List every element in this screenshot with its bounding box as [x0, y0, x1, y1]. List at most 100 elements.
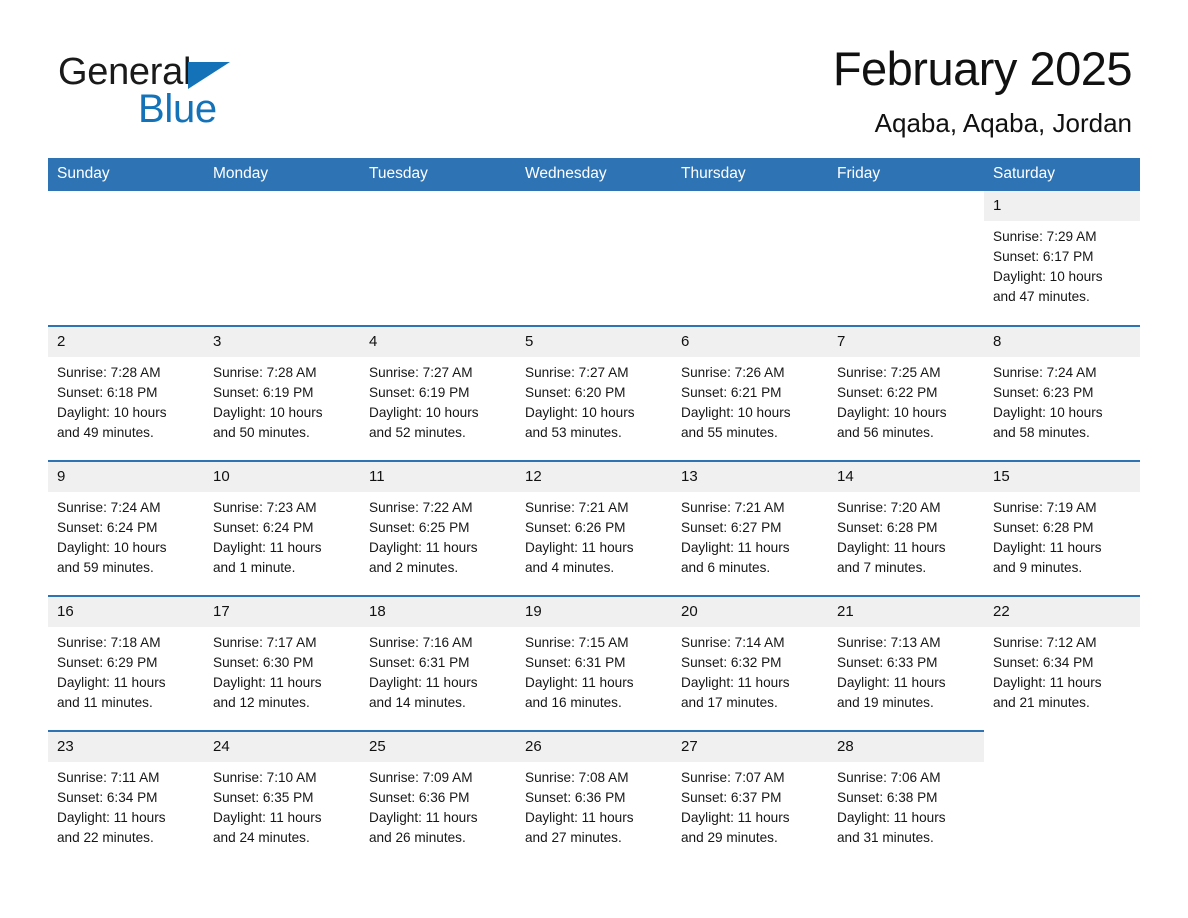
day-sun-info: Sunrise: 7:12 AM Sunset: 6:34 PM Daylight:… [984, 627, 1140, 713]
day-number [828, 191, 984, 221]
calendar-day-cell[interactable]: 27 Sunrise: 7:07 AM Sunset: 6:37 PM Dayligh… [672, 730, 828, 866]
day-number: 16 [48, 597, 204, 627]
daylight-text-line1: Daylight: 11 hours [681, 540, 790, 555]
page-subtitle-location: Aqaba, Aqaba, Jordan [874, 108, 1132, 138]
calendar-day-cell[interactable]: 10 Sunrise: 7:23 AM Sunset: 6:24 PM Dayligh… [204, 460, 360, 596]
sunrise-text: Sunrise: 7:22 AM [369, 500, 473, 515]
calendar-day-cell[interactable]: 7 Sunrise: 7:25 AM Sunset: 6:22 PM Daylight… [828, 325, 984, 461]
calendar-day-cell[interactable]: 22 Sunrise: 7:12 AM Sunset: 6:34 PM Dayligh… [984, 595, 1140, 731]
sunset-text: Sunset: 6:35 PM [213, 790, 314, 805]
day-sun-info: Sunrise: 7:13 AM Sunset: 6:33 PM Daylight:… [828, 627, 984, 713]
sunset-text: Sunset: 6:24 PM [57, 520, 158, 535]
calendar-day-cell[interactable]: 1 Sunrise: 7:29 AM Sunset: 6:17 PM Daylight… [984, 191, 1140, 326]
day-sun-info: Sunrise: 7:11 AM Sunset: 6:34 PM Daylight:… [48, 762, 204, 848]
calendar-day-cell[interactable]: 14 Sunrise: 7:20 AM Sunset: 6:28 PM Dayligh… [828, 460, 984, 596]
sunrise-text: Sunrise: 7:19 AM [993, 500, 1097, 515]
sunset-text: Sunset: 6:25 PM [369, 520, 470, 535]
sunset-text: Sunset: 6:26 PM [525, 520, 626, 535]
calendar-cell-empty [48, 191, 204, 326]
daylight-text-line1: Daylight: 11 hours [525, 540, 634, 555]
sunset-text: Sunset: 6:33 PM [837, 655, 938, 670]
day-sun-info: Sunrise: 7:20 AM Sunset: 6:28 PM Daylight:… [828, 492, 984, 578]
calendar-day-cell[interactable]: 25 Sunrise: 7:09 AM Sunset: 6:36 PM Dayligh… [360, 730, 516, 866]
general-blue-logo[interactable]: General Blue [58, 52, 318, 142]
sunrise-text: Sunrise: 7:13 AM [837, 635, 941, 650]
calendar-day-cell[interactable]: 16 Sunrise: 7:18 AM Sunset: 6:29 PM Dayligh… [48, 595, 204, 731]
calendar-day-cell[interactable]: 20 Sunrise: 7:14 AM Sunset: 6:32 PM Dayligh… [672, 595, 828, 731]
calendar-cell-empty [984, 731, 1140, 866]
weekday-header-sunday: Sunday [48, 158, 204, 191]
calendar-day-cell[interactable]: 3 Sunrise: 7:28 AM Sunset: 6:19 PM Daylight… [204, 325, 360, 461]
sunrise-text: Sunrise: 7:11 AM [57, 770, 160, 785]
day-number [672, 191, 828, 221]
sunrise-text: Sunrise: 7:28 AM [213, 365, 317, 380]
day-sun-info: Sunrise: 7:26 AM Sunset: 6:21 PM Daylight:… [672, 357, 828, 443]
calendar-day-cell[interactable]: 5 Sunrise: 7:27 AM Sunset: 6:20 PM Daylight… [516, 325, 672, 461]
daylight-text-line1: Daylight: 11 hours [993, 675, 1102, 690]
sunrise-text: Sunrise: 7:15 AM [525, 635, 629, 650]
daylight-text-line2: and 49 minutes. [57, 425, 154, 440]
daylight-text-line2: and 9 minutes. [993, 560, 1083, 575]
sunrise-text: Sunrise: 7:09 AM [369, 770, 473, 785]
calendar-day-cell[interactable]: 2 Sunrise: 7:28 AM Sunset: 6:18 PM Daylight… [48, 325, 204, 461]
daylight-text-line1: Daylight: 11 hours [837, 675, 946, 690]
calendar-day-cell[interactable]: 4 Sunrise: 7:27 AM Sunset: 6:19 PM Daylight… [360, 325, 516, 461]
calendar-cell-empty [828, 191, 984, 326]
calendar-day-cell[interactable]: 6 Sunrise: 7:26 AM Sunset: 6:21 PM Daylight… [672, 325, 828, 461]
day-number: 28 [828, 732, 984, 762]
sunrise-text: Sunrise: 7:06 AM [837, 770, 941, 785]
day-number: 7 [828, 327, 984, 357]
daylight-text-line2: and 56 minutes. [837, 425, 934, 440]
weekday-header-saturday: Saturday [984, 158, 1140, 191]
day-sun-info: Sunrise: 7:15 AM Sunset: 6:31 PM Daylight:… [516, 627, 672, 713]
logo-text-general: General [58, 52, 318, 92]
daylight-text-line2: and 6 minutes. [681, 560, 771, 575]
calendar-body: 1 Sunrise: 7:29 AM Sunset: 6:17 PM Daylight… [48, 191, 1140, 866]
sunset-text: Sunset: 6:37 PM [681, 790, 782, 805]
day-sun-info: Sunrise: 7:28 AM Sunset: 6:19 PM Daylight:… [204, 357, 360, 443]
day-sun-info: Sunrise: 7:10 AM Sunset: 6:35 PM Daylight:… [204, 762, 360, 848]
calendar-day-cell[interactable]: 19 Sunrise: 7:15 AM Sunset: 6:31 PM Dayligh… [516, 595, 672, 731]
day-sun-info: Sunrise: 7:14 AM Sunset: 6:32 PM Daylight:… [672, 627, 828, 713]
calendar-day-cell[interactable]: 26 Sunrise: 7:08 AM Sunset: 6:36 PM Dayligh… [516, 730, 672, 866]
daylight-text-line2: and 4 minutes. [525, 560, 615, 575]
daylight-text-line1: Daylight: 11 hours [525, 810, 634, 825]
day-number: 19 [516, 597, 672, 627]
calendar-cell-empty [204, 191, 360, 326]
sunset-text: Sunset: 6:32 PM [681, 655, 782, 670]
sunrise-text: Sunrise: 7:21 AM [525, 500, 629, 515]
daylight-text-line1: Daylight: 11 hours [57, 675, 166, 690]
calendar-day-cell[interactable]: 8 Sunrise: 7:24 AM Sunset: 6:23 PM Daylight… [984, 325, 1140, 461]
calendar-day-cell[interactable]: 21 Sunrise: 7:13 AM Sunset: 6:33 PM Dayligh… [828, 595, 984, 731]
sunrise-text: Sunrise: 7:21 AM [681, 500, 785, 515]
day-number: 8 [984, 327, 1140, 357]
day-sun-info: Sunrise: 7:16 AM Sunset: 6:31 PM Daylight:… [360, 627, 516, 713]
calendar-day-cell[interactable]: 23 Sunrise: 7:11 AM Sunset: 6:34 PM Dayligh… [48, 730, 204, 866]
weekday-header-friday: Friday [828, 158, 984, 191]
sunset-text: Sunset: 6:29 PM [57, 655, 158, 670]
calendar-day-cell[interactable]: 11 Sunrise: 7:22 AM Sunset: 6:25 PM Dayligh… [360, 460, 516, 596]
sunrise-text: Sunrise: 7:07 AM [681, 770, 785, 785]
calendar-page: General Blue February 2025 Aqaba, Aqaba,… [0, 0, 1188, 918]
sunset-text: Sunset: 6:30 PM [213, 655, 314, 670]
day-number [48, 191, 204, 221]
daylight-text-line2: and 59 minutes. [57, 560, 154, 575]
calendar-day-cell[interactable]: 17 Sunrise: 7:17 AM Sunset: 6:30 PM Dayligh… [204, 595, 360, 731]
sunset-text: Sunset: 6:31 PM [525, 655, 626, 670]
sunrise-text: Sunrise: 7:26 AM [681, 365, 785, 380]
daylight-text-line2: and 50 minutes. [213, 425, 310, 440]
sunset-text: Sunset: 6:20 PM [525, 385, 626, 400]
calendar-day-cell[interactable]: 13 Sunrise: 7:21 AM Sunset: 6:27 PM Dayligh… [672, 460, 828, 596]
calendar-day-cell[interactable]: 24 Sunrise: 7:10 AM Sunset: 6:35 PM Dayligh… [204, 730, 360, 866]
calendar-day-cell[interactable]: 18 Sunrise: 7:16 AM Sunset: 6:31 PM Dayligh… [360, 595, 516, 731]
daylight-text-line2: and 1 minute. [213, 560, 296, 575]
calendar-day-cell[interactable]: 12 Sunrise: 7:21 AM Sunset: 6:26 PM Dayligh… [516, 460, 672, 596]
day-number: 9 [48, 462, 204, 492]
sunrise-text: Sunrise: 7:27 AM [525, 365, 629, 380]
day-number: 18 [360, 597, 516, 627]
calendar-day-cell[interactable]: 9 Sunrise: 7:24 AM Sunset: 6:24 PM Daylight… [48, 460, 204, 596]
daylight-text-line2: and 22 minutes. [57, 830, 154, 845]
calendar-day-cell[interactable]: 28 Sunrise: 7:06 AM Sunset: 6:38 PM Dayligh… [828, 730, 984, 866]
daylight-text-line2: and 14 minutes. [369, 695, 466, 710]
calendar-day-cell[interactable]: 15 Sunrise: 7:19 AM Sunset: 6:28 PM Dayligh… [984, 460, 1140, 596]
